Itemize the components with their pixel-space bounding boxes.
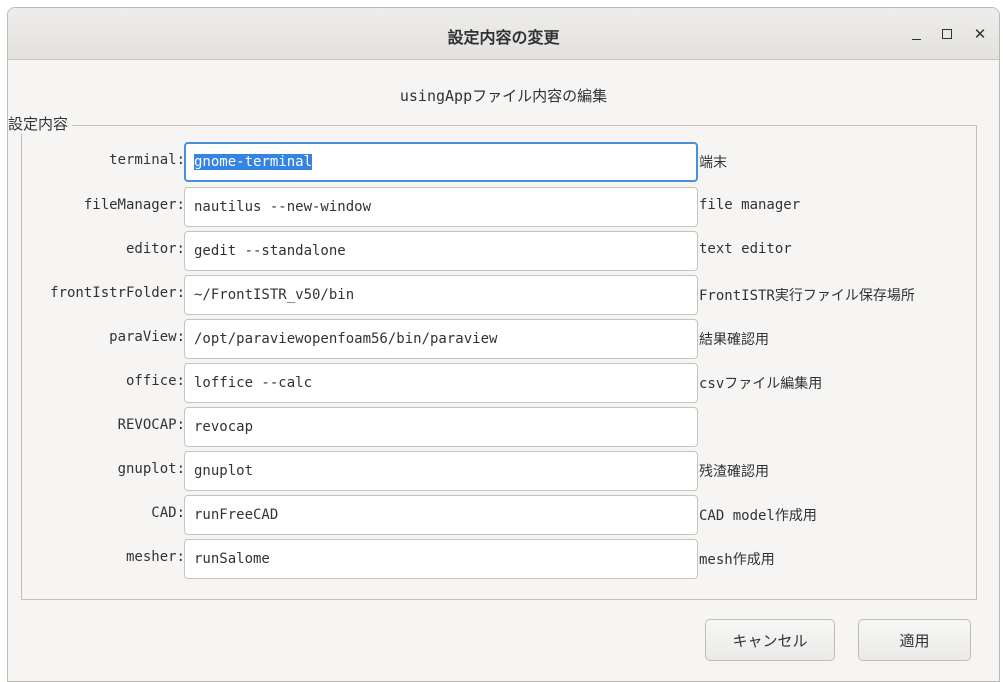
setting-row-frontistrfolder: frontIstrFolder: FrontISTR実行ファイル保存場所 — [8, 273, 999, 317]
mesher-input[interactable] — [184, 539, 698, 579]
office-input[interactable] — [184, 363, 698, 403]
setting-description: file manager — [699, 197, 801, 213]
close-icon: ✕ — [973, 25, 987, 43]
setting-row-office: office: csvファイル編集用 — [8, 361, 999, 405]
cad-input[interactable] — [184, 495, 698, 535]
filemanager-input[interactable] — [184, 187, 698, 227]
setting-label: gnuplot: — [117, 461, 185, 477]
cancel-button[interactable]: キャンセル — [705, 619, 835, 661]
setting-label: mesher: — [125, 549, 185, 565]
terminal-input[interactable]: gnome-terminal — [184, 142, 698, 182]
setting-label: office: — [125, 373, 185, 389]
setting-label: fileManager: — [83, 197, 185, 213]
minimize-button[interactable] — [904, 22, 928, 46]
setting-description: CAD model作成用 — [699, 508, 817, 524]
selected-text: gnome-terminal — [194, 154, 313, 170]
setting-label: CAD: — [151, 505, 185, 521]
setting-row-mesher: mesher: mesh作成用 — [8, 537, 999, 581]
setting-description: csvファイル編集用 — [699, 376, 823, 392]
settings-dialog: 設定内容の変更 ✕ usingAppファイル内容の編集 設定内容 termina… — [7, 7, 1000, 682]
apply-button[interactable]: 適用 — [858, 619, 971, 661]
setting-label: frontIstrFolder: — [50, 285, 185, 301]
setting-label: terminal: — [109, 152, 185, 168]
setting-row-filemanager: fileManager: file manager — [8, 185, 999, 229]
setting-row-gnuplot: gnuplot: 残渣確認用 — [8, 449, 999, 493]
setting-description: FrontISTR実行ファイル保存場所 — [699, 288, 915, 304]
setting-description: text editor — [699, 241, 792, 257]
setting-row-editor: editor: text editor — [8, 229, 999, 273]
setting-label: REVOCAP: — [117, 417, 185, 433]
setting-label: editor: — [125, 241, 185, 257]
maximize-button[interactable] — [935, 22, 959, 46]
setting-label: paraView: — [109, 329, 185, 345]
setting-description: 結果確認用 — [699, 332, 769, 348]
setting-description: 端末 — [699, 155, 727, 171]
setting-row-terminal: terminal: gnome-terminal 端末 — [8, 140, 999, 184]
close-button[interactable]: ✕ — [968, 22, 992, 46]
paraview-input[interactable] — [184, 319, 698, 359]
gnuplot-input[interactable] — [184, 451, 698, 491]
setting-description: mesh作成用 — [699, 552, 775, 568]
revocap-input[interactable] — [184, 407, 698, 447]
title-bar[interactable]: 設定内容の変更 ✕ — [8, 8, 999, 60]
window-title: 設定内容の変更 — [447, 28, 560, 47]
setting-row-revocap: REVOCAP: — [8, 405, 999, 449]
dialog-subtitle: usingAppファイル内容の編集 — [399, 87, 608, 105]
settings-group-label: 設定内容 — [8, 113, 73, 134]
frontistrfolder-input[interactable] — [184, 275, 698, 315]
setting-row-cad: CAD: CAD model作成用 — [8, 493, 999, 537]
maximize-icon — [942, 29, 952, 39]
editor-input[interactable] — [184, 231, 698, 271]
setting-row-paraview: paraView: 結果確認用 — [8, 317, 999, 361]
minimize-icon — [911, 38, 921, 40]
setting-description: 残渣確認用 — [699, 464, 769, 480]
